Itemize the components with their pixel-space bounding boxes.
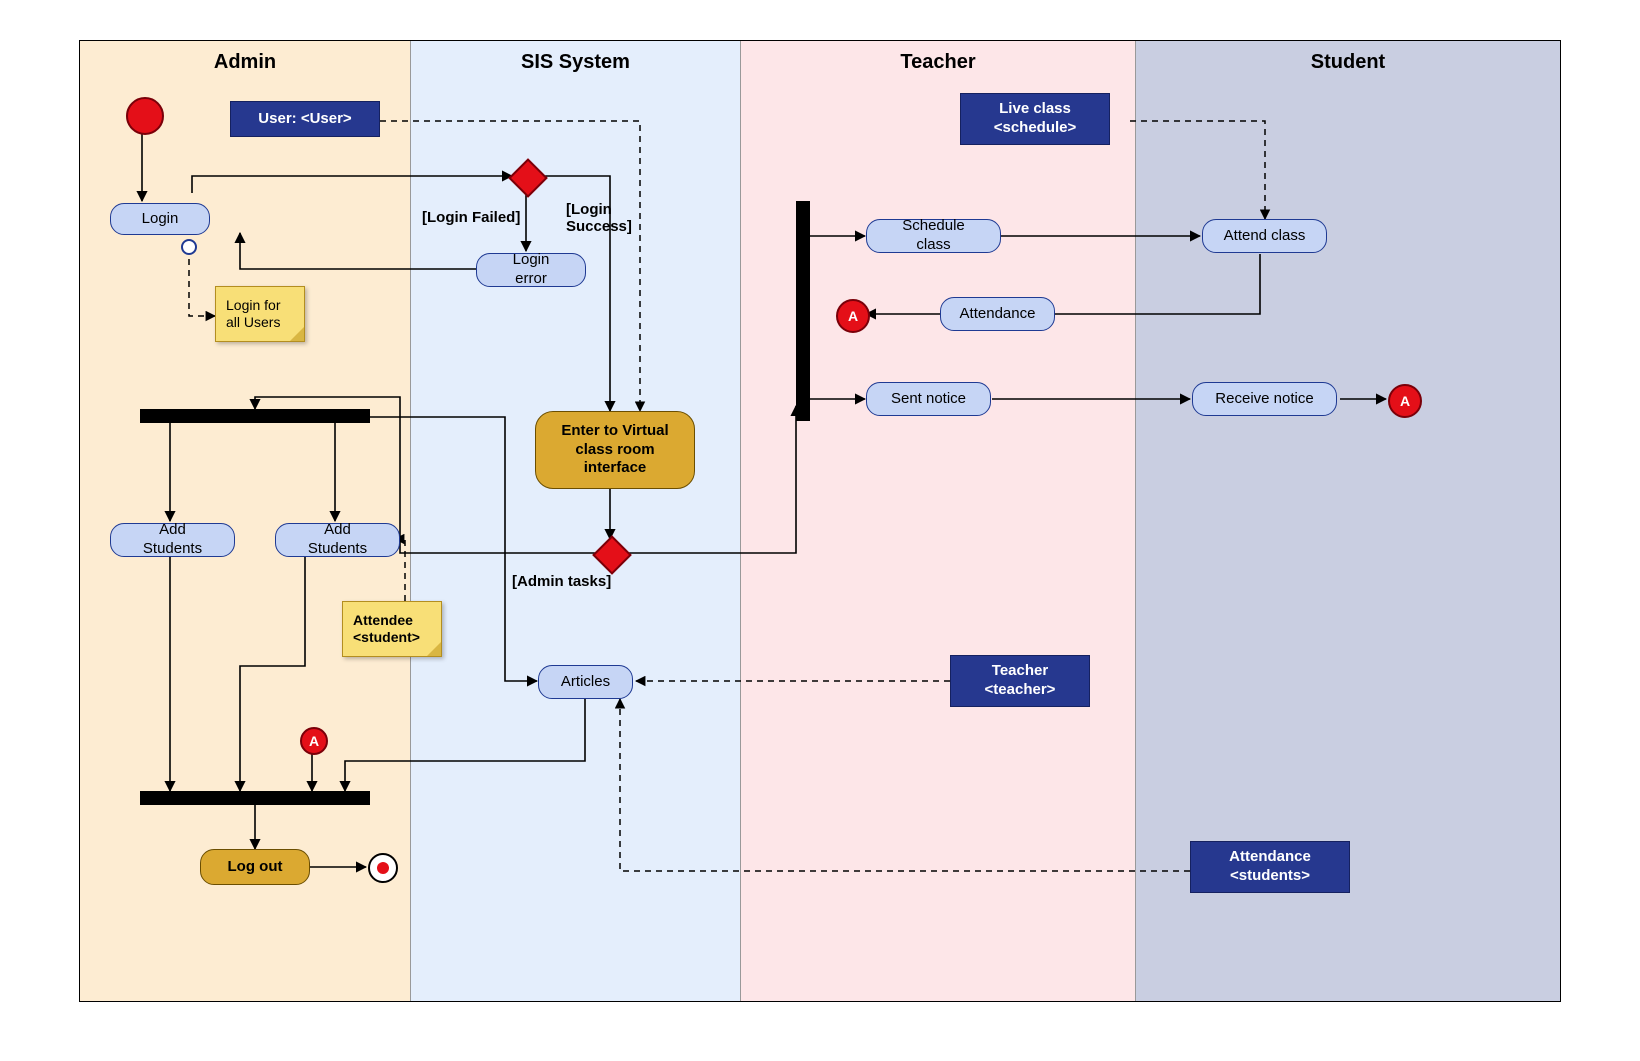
connector-a-student: A — [1388, 384, 1422, 418]
attendance-label: Attendance — [960, 305, 1036, 324]
connector-a-small-label: A — [309, 733, 319, 749]
admin-tasks-label: [Admin tasks] — [512, 573, 611, 590]
attend-class-activity: Attend class — [1202, 219, 1327, 253]
attendee-note: Attendee <student> — [342, 601, 442, 657]
attendee-note-text: Attendee <student> — [353, 612, 431, 647]
attendance-object-block: Attendance <students> — [1190, 841, 1350, 893]
login-error-label: Login error — [495, 251, 567, 289]
attend-class-label: Attend class — [1224, 227, 1306, 246]
login-label: Login — [142, 210, 179, 229]
note-anchor-icon — [181, 239, 197, 255]
join-bar-admin — [140, 791, 370, 805]
add-students-activity-1: Add Students — [110, 523, 235, 557]
articles-label: Articles — [561, 673, 610, 692]
connector-a-teacher-label: A — [848, 308, 858, 324]
lane-teacher: Teacher — [740, 41, 1135, 1001]
logout-label: Log out — [228, 858, 283, 877]
activity-diagram-canvas: Admin SIS System Teacher Student — [79, 40, 1561, 1002]
add-students-2-label: Add Students — [294, 521, 381, 559]
connector-a-teacher: A — [836, 299, 870, 333]
receive-notice-label: Receive notice — [1215, 390, 1313, 409]
connector-a-student-label: A — [1400, 393, 1410, 409]
receive-notice-activity: Receive notice — [1192, 382, 1337, 416]
enter-virtual-activity: Enter to Virtual class room interface — [535, 411, 695, 489]
schedule-class-activity: Schedule class — [866, 219, 1001, 253]
attendance-object-label: Attendance <students> — [1209, 848, 1331, 886]
lane-sis-title: SIS System — [411, 41, 740, 80]
logout-activity: Log out — [200, 849, 310, 885]
sync-bar-teacher — [796, 201, 810, 421]
login-success-label: [Login Success] — [566, 201, 656, 235]
lane-admin-title: Admin — [80, 41, 410, 80]
sent-notice-label: Sent notice — [891, 390, 966, 409]
schedule-class-label: Schedule class — [885, 217, 982, 255]
login-activity: Login — [110, 203, 210, 235]
user-object-block: User: <User> — [230, 101, 380, 137]
login-note-text: Login for all Users — [226, 297, 294, 332]
live-class-object-block: Live class <schedule> — [960, 93, 1110, 145]
lane-teacher-title: Teacher — [741, 41, 1135, 80]
lane-student-title: Student — [1136, 41, 1560, 80]
start-node-icon — [126, 97, 164, 135]
fork-bar-admin — [140, 409, 370, 423]
login-failed-label: [Login Failed] — [422, 209, 520, 226]
lane-sis: SIS System — [410, 41, 740, 1001]
end-node-icon — [368, 853, 398, 883]
sent-notice-activity: Sent notice — [866, 382, 991, 416]
add-students-activity-2: Add Students — [275, 523, 400, 557]
login-error-activity: Login error — [476, 253, 586, 287]
connector-a-small: A — [300, 727, 328, 755]
add-students-1-label: Add Students — [129, 521, 216, 559]
articles-activity: Articles — [538, 665, 633, 699]
live-class-label: Live class <schedule> — [979, 100, 1091, 138]
login-note: Login for all Users — [215, 286, 305, 342]
attendance-activity: Attendance — [940, 297, 1055, 331]
user-object-label: User: <User> — [258, 110, 351, 129]
teacher-object-label: Teacher <teacher> — [969, 662, 1071, 700]
enter-virtual-label: Enter to Virtual class room interface — [554, 422, 676, 478]
teacher-object-block: Teacher <teacher> — [950, 655, 1090, 707]
